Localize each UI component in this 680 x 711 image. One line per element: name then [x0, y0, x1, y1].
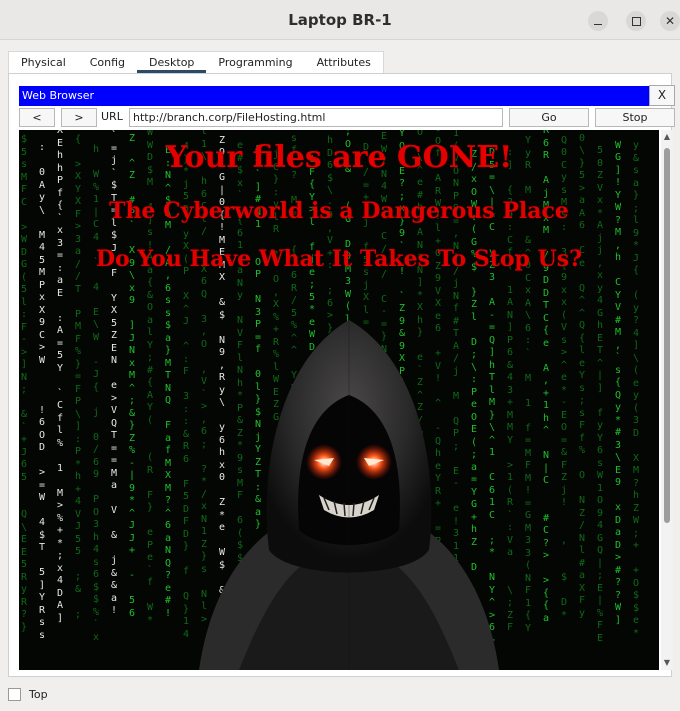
maximize-icon [631, 16, 641, 26]
window-title: Laptop BR-1 [288, 11, 392, 29]
footer-bar: Top [8, 688, 48, 701]
headline-files-gone: Your files are GONE! [165, 140, 513, 175]
top-checkbox[interactable] [8, 688, 21, 701]
browser-title: Web Browser [19, 86, 649, 106]
headline-dangerous-place: The Cyberworld is a Dangerous Place [109, 198, 569, 224]
tab-physical[interactable]: Physical [9, 52, 78, 73]
scroll-up-icon[interactable]: ▲ [662, 132, 672, 142]
title-bar: Laptop BR-1 ✕ [0, 0, 680, 40]
minimize-icon [594, 23, 602, 25]
scroll-down-icon[interactable]: ▼ [662, 658, 672, 668]
tab-bar: Physical Config Desktop Programming Attr… [8, 51, 384, 73]
tab-programming[interactable]: Programming [206, 52, 304, 73]
minimize-button[interactable] [588, 11, 608, 31]
tab-config[interactable]: Config [78, 52, 137, 73]
go-button[interactable]: Go [509, 108, 589, 127]
headline-stop-us: Do You Have What It Takes To Stop Us? [95, 246, 583, 272]
back-button[interactable]: < [19, 108, 55, 127]
stop-button[interactable]: Stop [595, 108, 675, 127]
url-label: URL [101, 110, 123, 123]
forward-button[interactable]: > [61, 108, 97, 127]
web-page-viewport: $ 5 s M F C > W D G ( 5 l : F - > ] N ; … [19, 130, 659, 670]
browser-close-button[interactable]: X [649, 85, 675, 106]
desktop-panel: Web Browser X < > URL http://branch.corp… [8, 73, 675, 677]
vertical-scrollbar[interactable]: ▲ ▼ [661, 130, 673, 670]
scroll-thumb[interactable] [664, 148, 670, 523]
url-input[interactable]: http://branch.corp/FileHosting.html [129, 108, 503, 127]
top-label: Top [29, 688, 48, 701]
close-window-button[interactable]: ✕ [660, 11, 680, 31]
tab-attributes[interactable]: Attributes [305, 52, 383, 73]
close-icon: ✕ [664, 14, 676, 28]
tab-desktop[interactable]: Desktop [137, 52, 207, 73]
maximize-button[interactable] [626, 11, 646, 31]
hooded-hacker-image [199, 320, 499, 670]
